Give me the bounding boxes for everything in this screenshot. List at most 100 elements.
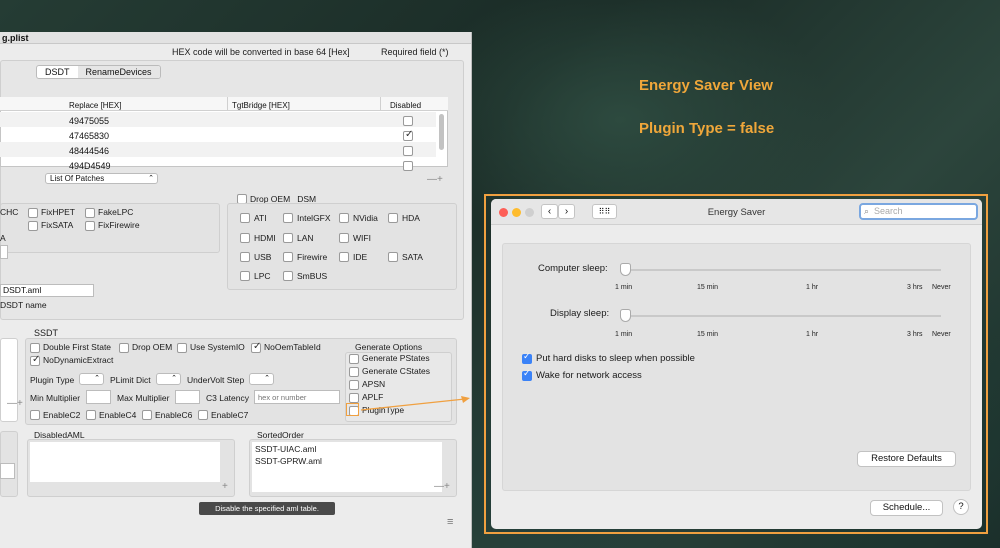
fakelpc-label: FakeLPC — [98, 207, 134, 217]
generate-cstates-label: Generate CStates — [362, 366, 431, 376]
plist-editor-window: g.plist HEX code will be converted in ba… — [0, 32, 472, 548]
hda-label: HDA — [402, 213, 420, 223]
enablec2-checkbox[interactable] — [30, 410, 40, 420]
table-row[interactable]: 47465830 — [69, 131, 109, 141]
search-placeholder: Search — [874, 206, 903, 216]
window-titlebar: g.plist — [0, 32, 471, 44]
c3-latency-input[interactable] — [254, 390, 340, 404]
lpc-label: LPC — [254, 271, 271, 281]
firewire-checkbox[interactable] — [283, 252, 293, 262]
double-first-state-checkbox[interactable] — [30, 343, 40, 353]
nooemtableid-label: NoOemTableId — [264, 342, 321, 352]
disabled-checkbox[interactable] — [403, 129, 413, 141]
disabled-checkbox[interactable] — [403, 146, 413, 156]
nooemtableid-checkbox[interactable] — [251, 341, 261, 353]
highlight-box — [346, 403, 359, 416]
disabled-aml-list[interactable] — [30, 442, 220, 482]
enablec4-label: EnableC4 — [99, 410, 137, 420]
hda-checkbox[interactable] — [388, 213, 398, 223]
smbus-checkbox[interactable] — [283, 271, 293, 281]
display-sleep-slider[interactable] — [620, 309, 631, 322]
generate-pstates-checkbox[interactable] — [349, 354, 359, 364]
lan-checkbox[interactable] — [283, 233, 293, 243]
computer-sleep-track[interactable] — [625, 269, 941, 271]
col-tgtbridge: TgtBridge [HEX] — [232, 101, 290, 110]
fixfirewire-label: FixFirewire — [98, 220, 140, 230]
max-multiplier-field[interactable] — [175, 390, 200, 404]
generate-cstates-checkbox[interactable] — [349, 367, 359, 377]
ide-checkbox[interactable] — [339, 252, 349, 262]
wake-network-checkbox[interactable] — [522, 368, 532, 381]
usb-label: USB — [254, 252, 272, 262]
fixsata-label: FixSATA — [41, 220, 74, 230]
search-icon: ⌕ — [864, 206, 870, 216]
drop-oem-ssdt-checkbox[interactable] — [119, 343, 129, 353]
tab-renamedevices[interactable]: RenameDevices — [77, 66, 160, 78]
fixfirewire-checkbox[interactable] — [85, 221, 95, 231]
table-scrollbar[interactable] — [439, 114, 444, 150]
ati-checkbox[interactable] — [240, 213, 250, 223]
left-list — [0, 338, 18, 422]
left-add-remove[interactable]: —+ — [7, 398, 23, 409]
disabled-aml-add[interactable]: + — [222, 481, 228, 492]
table-row[interactable]: 48444546 — [69, 146, 109, 156]
ide-label: IDE — [353, 252, 368, 262]
table-row[interactable]: 494D4549 — [69, 161, 111, 171]
sorted-order-add-remove[interactable]: —+ — [434, 481, 450, 492]
enablec7-checkbox[interactable] — [198, 410, 208, 420]
sata-label: SATA — [402, 252, 423, 262]
fixsata-checkbox[interactable] — [28, 221, 38, 231]
plimit-select[interactable] — [156, 373, 181, 385]
enablec6-label: EnableC6 — [155, 410, 193, 420]
computer-sleep-slider[interactable] — [620, 263, 631, 276]
dsdt-name-field[interactable]: DSDT.aml — [0, 284, 94, 297]
menu-lines-icon[interactable]: ≡ — [447, 516, 453, 528]
tick-label: 1 min — [615, 331, 633, 338]
nodynamicextract-checkbox[interactable] — [30, 354, 40, 366]
min-multiplier-field[interactable] — [86, 390, 111, 404]
apsn-label: APSN — [362, 379, 386, 389]
patch-add-remove[interactable]: —+ — [427, 174, 443, 185]
tab-dsdt[interactable]: DSDT — [37, 66, 78, 78]
use-systemio-checkbox[interactable] — [177, 343, 187, 353]
display-sleep-track[interactable] — [625, 315, 941, 317]
aplf-checkbox[interactable] — [349, 393, 359, 403]
intelgfx-checkbox[interactable] — [283, 213, 293, 223]
use-systemio-label: Use SystemIO — [190, 342, 245, 352]
schedule-button[interactable]: Schedule... — [870, 500, 943, 516]
enablec4-checkbox[interactable] — [86, 410, 96, 420]
list-of-patches-dropdown[interactable]: List Of Patches — [45, 173, 158, 184]
help-button[interactable]: ? — [953, 499, 969, 515]
fakelpc-checkbox[interactable] — [85, 208, 95, 218]
hard-disk-sleep-checkbox[interactable] — [522, 351, 532, 364]
disabled-checkbox[interactable] — [403, 161, 413, 171]
nodynamicextract-label: NoDynamicExtract — [43, 355, 114, 365]
undervolt-select[interactable] — [249, 373, 274, 385]
table-row[interactable]: 49475055 — [69, 116, 109, 126]
list-item[interactable]: SSDT-GPRW.aml — [255, 456, 322, 466]
tick-label: 15 min — [697, 284, 719, 291]
apsn-checkbox[interactable] — [349, 380, 359, 390]
plugin-type-select[interactable] — [79, 373, 104, 385]
lpc-checkbox[interactable] — [240, 271, 250, 281]
wifi-checkbox[interactable] — [339, 233, 349, 243]
drop-oem-ssdt-label: Drop OEM — [132, 342, 173, 352]
intelgfx-label: IntelGFX — [297, 213, 331, 223]
enablec6-checkbox[interactable] — [142, 410, 152, 420]
tooltip: Disable the specified aml table. — [199, 502, 335, 515]
restore-defaults-button[interactable]: Restore Defaults — [857, 451, 956, 467]
usb-checkbox[interactable] — [240, 252, 250, 262]
window-title: g.plist — [2, 33, 29, 43]
c3-latency-label: C3 Latency — [206, 393, 249, 403]
lan-label: LAN — [297, 233, 314, 243]
disabled-checkbox[interactable] — [403, 116, 413, 126]
fixhpet-checkbox[interactable] — [28, 208, 38, 218]
search-input[interactable]: ⌕ Search — [859, 203, 978, 220]
bottom-left-field[interactable] — [0, 463, 15, 479]
list-item[interactable]: SSDT-UIAC.aml — [255, 444, 316, 454]
hdmi-checkbox[interactable] — [240, 233, 250, 243]
small-field[interactable] — [0, 245, 8, 259]
sata-checkbox[interactable] — [388, 252, 398, 262]
tick-label: 3 hrs — [907, 331, 923, 338]
nvidia-checkbox[interactable] — [339, 213, 349, 223]
